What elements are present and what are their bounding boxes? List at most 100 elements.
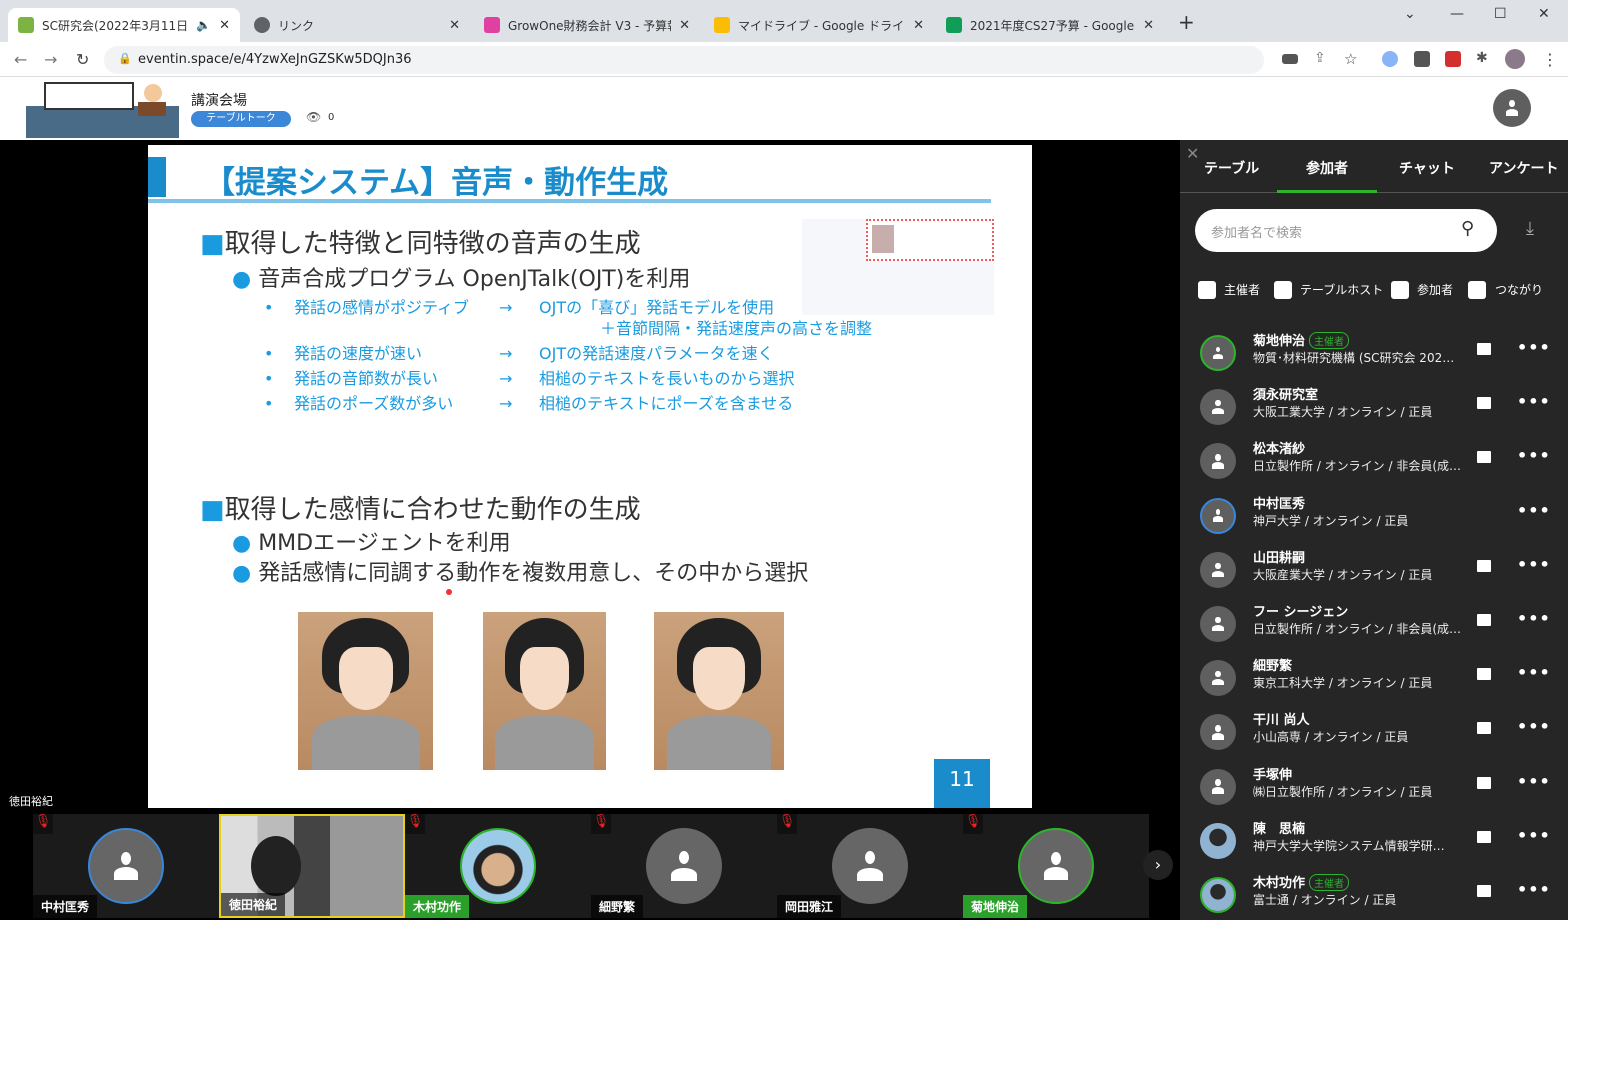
filter-tablehost-checkbox[interactable] bbox=[1274, 281, 1292, 299]
tab-table[interactable]: テーブル bbox=[1204, 158, 1259, 178]
more-options-icon[interactable]: ••• bbox=[1517, 446, 1551, 465]
close-tab-icon[interactable]: ✕ bbox=[913, 18, 924, 33]
mic-muted-icon: 🎙 bbox=[963, 814, 983, 834]
video-tile[interactable]: 徳田裕紀 bbox=[219, 814, 405, 918]
participant-row[interactable]: 須永研究室 大阪工業大学 / オンライン / 正員 ••• bbox=[1180, 380, 1568, 434]
extension-icon[interactable] bbox=[1382, 51, 1398, 67]
mic-muted-icon: 🎙 bbox=[777, 814, 797, 834]
tab-sc-kenkyukai[interactable]: SC研究会(2022年3月11日開催 🔈 ✕ bbox=[8, 8, 240, 42]
participant-row[interactable]: 菊地伸治 主催者 物質･材料研究機構 (SC研究会 202… ••• bbox=[1180, 326, 1568, 380]
forward-icon[interactable]: → bbox=[44, 50, 57, 69]
back-icon[interactable]: ← bbox=[14, 50, 27, 69]
chat-bubble-icon[interactable] bbox=[1477, 343, 1491, 355]
participant-name: 干川 尚人 bbox=[1253, 713, 1310, 729]
participant-row[interactable]: 細野繁 東京工科大学 / オンライン / 正員 ••• bbox=[1180, 651, 1568, 705]
new-tab-button[interactable]: + bbox=[1178, 10, 1195, 34]
window-close-icon[interactable]: ✕ bbox=[1538, 6, 1550, 22]
participant-avatar bbox=[1200, 877, 1236, 913]
chat-bubble-icon[interactable] bbox=[1477, 776, 1491, 789]
more-options-icon[interactable]: ••• bbox=[1517, 880, 1551, 899]
more-options-icon[interactable]: ••• bbox=[1517, 717, 1551, 736]
chat-bubble-icon[interactable] bbox=[1477, 451, 1491, 464]
title-accent bbox=[148, 157, 166, 197]
close-tab-icon[interactable]: ✕ bbox=[449, 18, 460, 33]
tab-sheets[interactable]: 2021年度CS27予算 - Google スプ ✕ bbox=[936, 8, 1164, 42]
pdf-extension-icon[interactable] bbox=[1445, 51, 1461, 67]
reload-icon[interactable]: ↻ bbox=[76, 50, 89, 69]
video-tile[interactable]: 🎙 木村功作 bbox=[405, 814, 591, 918]
more-options-icon[interactable]: ••• bbox=[1517, 609, 1551, 628]
menu-kebab-icon[interactable]: ⋮ bbox=[1542, 50, 1558, 69]
minimize-icon[interactable]: — bbox=[1450, 6, 1464, 22]
participant-row[interactable]: 手塚伸 ㈱日立製作所 / オンライン / 正員 ••• bbox=[1180, 760, 1568, 814]
participant-row[interactable]: 木村功作 主催者 富士通 / オンライン / 正員 ••• bbox=[1180, 868, 1568, 922]
more-options-icon[interactable]: ••• bbox=[1517, 663, 1551, 682]
participant-search-input[interactable]: 参加者名で検索 ⚲ bbox=[1195, 209, 1497, 252]
tab-chat[interactable]: チャット bbox=[1399, 158, 1455, 178]
more-options-icon[interactable]: ••• bbox=[1517, 338, 1551, 357]
more-options-icon[interactable]: ••• bbox=[1517, 555, 1551, 574]
chat-bubble-icon[interactable] bbox=[1477, 614, 1491, 626]
participant-name: フー シージェン bbox=[1253, 605, 1349, 620]
participant-affiliation: 日立製作所 / オンライン / 非会員(成… bbox=[1253, 622, 1462, 636]
tab-participants[interactable]: 参加者 bbox=[1306, 158, 1348, 178]
share-icon[interactable]: ⇪ bbox=[1314, 50, 1326, 66]
video-tile[interactable]: 🎙 中村匡秀 bbox=[33, 814, 219, 918]
participant-avatar bbox=[1200, 768, 1236, 805]
rules-list: • 発話の感情がポジティブ → OJTの「喜び」発話モデルを使用 ＋音節間隔・発話速度… bbox=[264, 298, 873, 413]
person-icon bbox=[1212, 346, 1225, 360]
chat-bubble-icon[interactable] bbox=[1477, 885, 1491, 897]
camera-icon[interactable] bbox=[1282, 54, 1298, 64]
chat-bubble-icon[interactable] bbox=[1477, 397, 1491, 410]
video-tile[interactable]: 🎙 細野繁 bbox=[591, 814, 777, 918]
close-tab-icon[interactable]: ✕ bbox=[1143, 18, 1154, 33]
participant-row[interactable]: 陳 思楠 神戸大学大学院システム情報学研… ••• bbox=[1180, 814, 1568, 868]
participant-row[interactable]: 山田耕嗣 大阪産業大学 / オンライン / 正員 ••• bbox=[1180, 543, 1568, 597]
filter-organizer-checkbox[interactable] bbox=[1198, 281, 1216, 299]
more-options-icon[interactable]: ••• bbox=[1517, 772, 1551, 791]
user-avatar-button[interactable] bbox=[1493, 89, 1531, 127]
next-videos-button[interactable]: › bbox=[1143, 850, 1173, 880]
tab-google-drive[interactable]: マイドライブ - Google ドライブ ✕ bbox=[704, 8, 934, 42]
chat-bubble-icon[interactable] bbox=[1477, 830, 1491, 843]
search-icon[interactable]: ⚲ bbox=[1461, 218, 1474, 239]
video-tile[interactable]: 🎙 岡田雅江 bbox=[777, 814, 963, 918]
participant-avatar bbox=[1200, 822, 1236, 859]
maximize-icon[interactable]: ☐ bbox=[1494, 6, 1507, 22]
filter-label: テーブルホスト bbox=[1300, 283, 1384, 297]
participant-row[interactable]: フー シージェン 日立製作所 / オンライン / 非会員(成… ••• bbox=[1180, 597, 1568, 651]
tab-survey[interactable]: アンケート bbox=[1489, 158, 1558, 178]
download-icon[interactable]: ⤓ bbox=[1526, 218, 1534, 239]
extension-icon[interactable] bbox=[1414, 51, 1430, 67]
profile-avatar[interactable] bbox=[1505, 49, 1525, 69]
participant-avatar bbox=[1200, 497, 1236, 534]
side-panel: ✕ テーブル 参加者 チャット アンケート 参加者名で検索 ⚲ ⤓ 主催者 テー… bbox=[1180, 140, 1568, 920]
participant-row[interactable]: 干川 尚人 小山高専 / オンライン / 正員 ••• bbox=[1180, 705, 1568, 759]
bookmark-star-icon[interactable]: ☆ bbox=[1344, 50, 1357, 68]
filter-connection-checkbox[interactable] bbox=[1468, 281, 1486, 299]
participant-avatar bbox=[1200, 335, 1236, 371]
filter-participant-checkbox[interactable] bbox=[1391, 281, 1409, 299]
favicon-icon bbox=[484, 17, 500, 33]
extensions-puzzle-icon[interactable]: ✱ bbox=[1476, 50, 1488, 66]
participant-avatar bbox=[1200, 714, 1236, 751]
chat-bubble-icon[interactable] bbox=[1477, 668, 1491, 681]
url-input[interactable]: 🔒 eventin.space/e/4YzwXeJnGZSKw5DQJn36 bbox=[104, 46, 1264, 74]
tab-search-icon[interactable]: ⌄ bbox=[1404, 6, 1416, 22]
tab-growone[interactable]: GrowOne財務会計 V3 - 予算執行 ✕ bbox=[474, 8, 700, 42]
more-options-icon[interactable]: ••• bbox=[1517, 501, 1551, 520]
close-panel-icon[interactable]: ✕ bbox=[1186, 144, 1199, 163]
chat-bubble-icon[interactable] bbox=[1477, 722, 1491, 735]
tab-link[interactable]: リンク ✕ bbox=[244, 8, 470, 42]
more-options-icon[interactable]: ••• bbox=[1517, 392, 1551, 411]
close-tab-icon[interactable]: ✕ bbox=[679, 18, 690, 33]
close-tab-icon[interactable]: ✕ bbox=[219, 18, 230, 33]
agent-image bbox=[483, 612, 606, 770]
chat-bubble-icon[interactable] bbox=[1477, 559, 1491, 572]
participant-row[interactable]: 松本渚紗 日立製作所 / オンライン / 非会員(成… ••• bbox=[1180, 434, 1568, 488]
participant-avatar bbox=[1200, 660, 1236, 697]
participant-row[interactable]: 中村匡秀 神戸大学 / オンライン / 正員 ••• bbox=[1180, 489, 1568, 543]
more-options-icon[interactable]: ••• bbox=[1517, 826, 1551, 845]
video-tile[interactable]: 🎙 菊地伸治 bbox=[963, 814, 1149, 918]
system-diagram-thumbnail bbox=[802, 219, 994, 315]
